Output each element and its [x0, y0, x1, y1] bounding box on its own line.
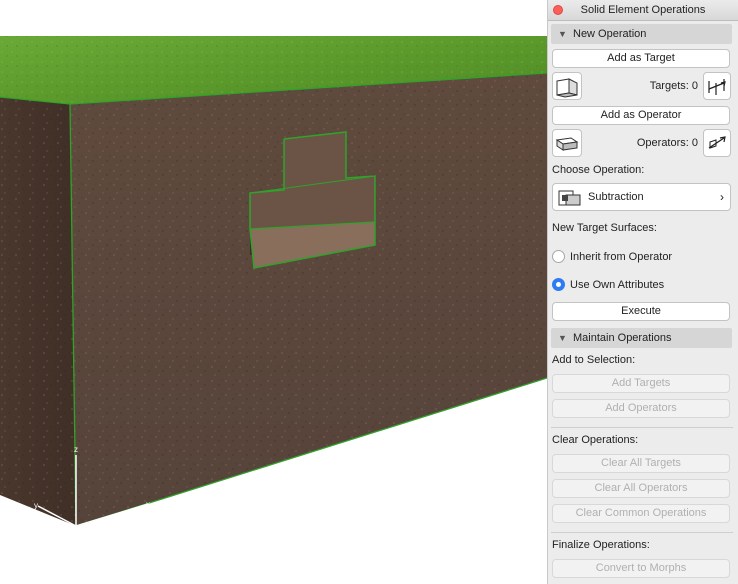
radio-use-own-attributes[interactable]: [552, 278, 565, 291]
radio-inherit-from-operator[interactable]: [552, 250, 565, 263]
finalize-operations-label: Finalize Operations:: [552, 539, 650, 551]
clear-operations-label: Clear Operations:: [552, 434, 639, 446]
add-operators-button[interactable]: Add Operators: [552, 399, 730, 418]
choose-operation-label: Choose Operation:: [552, 164, 645, 176]
section-title: New Operation: [573, 28, 647, 40]
targets-count: Targets: 0: [649, 80, 698, 92]
clear-all-targets-button[interactable]: Clear All Targets: [552, 454, 730, 473]
axis-label-x: x: [146, 500, 150, 509]
disclosure-triangle-icon: ▼: [558, 333, 567, 343]
operation-type-dropdown[interactable]: Subtraction ›: [552, 183, 731, 211]
add-targets-button[interactable]: Add Targets: [552, 374, 730, 393]
add-as-target-button[interactable]: Add as Target: [552, 49, 730, 68]
clear-all-operators-button[interactable]: Clear All Operators: [552, 479, 730, 498]
section-title: Maintain Operations: [573, 332, 672, 344]
operation-type-value: Subtraction: [588, 191, 644, 203]
select-targets-button[interactable]: [703, 72, 731, 100]
3d-model-view[interactable]: z y x: [0, 0, 547, 584]
palette-titlebar: Solid Element Operations: [548, 0, 738, 21]
radio-inherit-label: Inherit from Operator: [570, 251, 673, 263]
arrow-select-targets-icon: [708, 79, 726, 95]
new-operation-section-header[interactable]: ▼ New Operation: [551, 24, 732, 44]
convert-to-morphs-button[interactable]: Convert to Morphs: [552, 559, 730, 578]
palette-title: Solid Element Operations: [580, 4, 706, 16]
axis-label-y: y: [34, 501, 38, 510]
new-target-surfaces-label: New Target Surfaces:: [552, 222, 657, 234]
radio-own-label: Use Own Attributes: [570, 279, 665, 291]
3d-viewport[interactable]: z y x: [0, 0, 547, 584]
arrow-select-operators-icon: [708, 136, 726, 149]
clear-common-operations-button[interactable]: Clear Common Operations: [552, 504, 730, 523]
operators-count: Operators: 0: [636, 137, 698, 149]
maintain-operations-section-header[interactable]: ▼ Maintain Operations: [551, 328, 732, 348]
solid-element-operations-palette: Solid Element Operations ▼ New Operation…: [547, 0, 738, 584]
add-as-operator-button[interactable]: Add as Operator: [552, 106, 730, 125]
divider: [551, 532, 733, 533]
add-to-selection-label: Add to Selection:: [552, 354, 636, 366]
select-operators-button[interactable]: [703, 129, 731, 157]
disclosure-triangle-icon: ▼: [558, 29, 567, 39]
execute-button[interactable]: Execute: [552, 302, 730, 321]
axis-label-z: z: [74, 445, 78, 454]
divider: [551, 427, 733, 428]
subtraction-icon: [558, 190, 581, 206]
chevron-right-icon: ›: [720, 190, 724, 204]
